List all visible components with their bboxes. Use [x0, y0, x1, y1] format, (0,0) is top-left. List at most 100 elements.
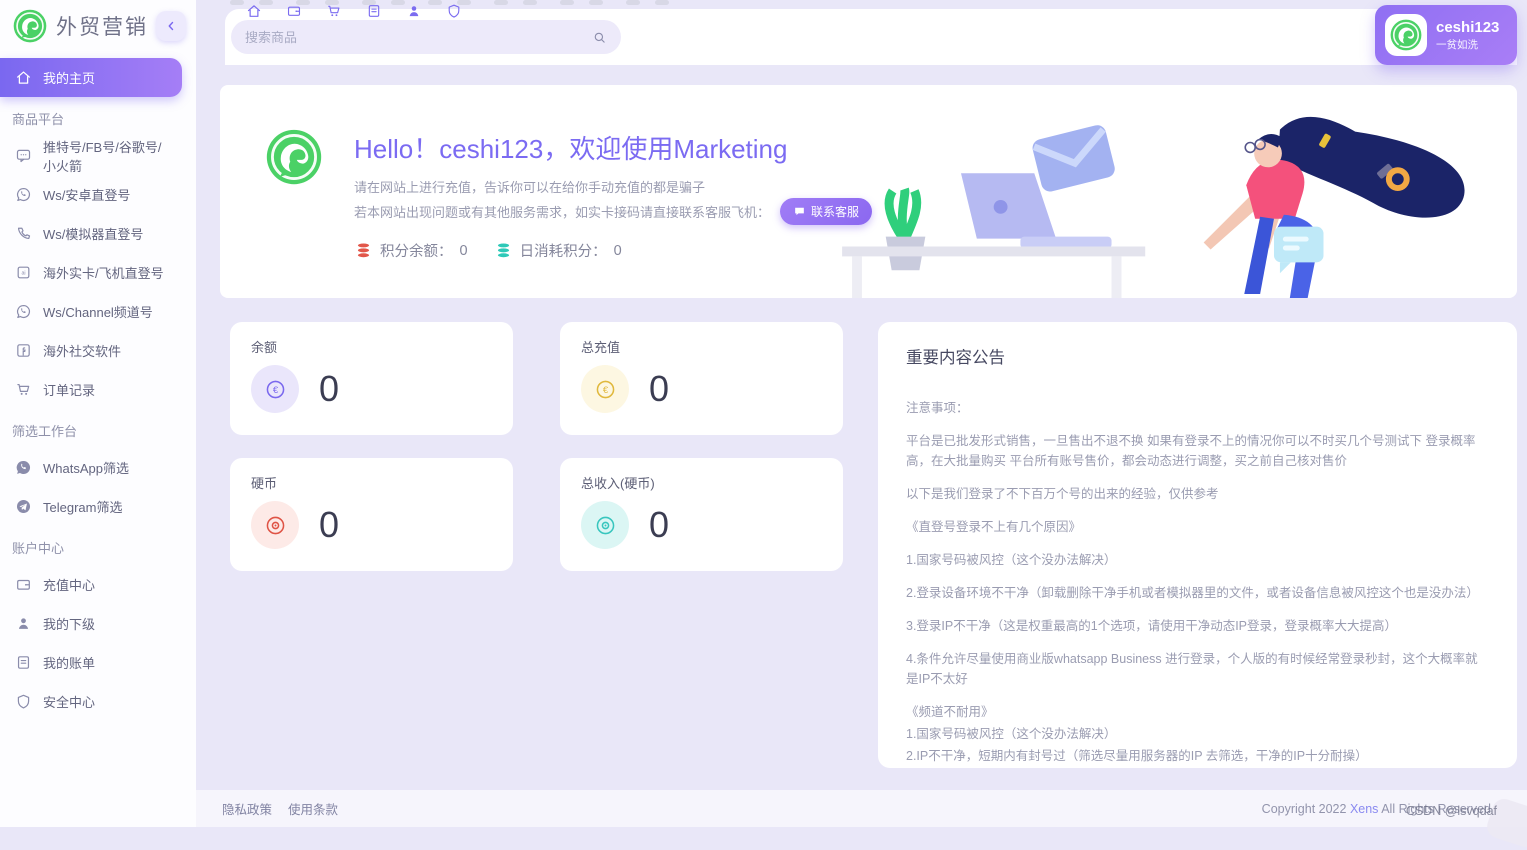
announcement-line: 以下是我们登录了不下百万个号的出来的经验，仅供参考 — [906, 484, 1489, 504]
wallet-shortcut-icon[interactable] — [286, 3, 302, 19]
app-logo-icon — [12, 8, 48, 44]
sidebar-item-label: 充值中心 — [43, 575, 95, 594]
euro-coin-icon — [581, 365, 629, 413]
whatsapp-icon — [15, 303, 32, 320]
sidebar-section-label: 筛选工作台 — [12, 421, 77, 440]
announcement-line: 2.登录设备环境不干净（卸载删除干净手机或者模拟器里的文件，或者设备信息被风控这… — [906, 583, 1489, 603]
daily-consumed-points-value: 0 — [614, 243, 622, 259]
announcement-line: 《直登号登录不上有几个原因》 — [906, 517, 1489, 537]
announcement-line: 1.国家号码被风控（这个没办法解决） — [906, 550, 1489, 570]
sidebar-section-filter-workbench: 筛选工作台 — [0, 409, 196, 448]
hero-stats: 积分余额： 0 日消耗积分： 0 — [354, 240, 622, 261]
points-balance-stat: 积分余额： 0 — [354, 240, 468, 261]
search-bar — [231, 20, 621, 54]
welcome-banner: Hello！ceshi123，欢迎使用Marketing 请在网站上进行充值，告… — [220, 85, 1517, 298]
sidebar-item-label: Telegram筛选 — [43, 497, 122, 516]
sidebar-item-label: Ws/模拟器直登号 — [43, 224, 143, 243]
person-icon — [15, 615, 32, 632]
announcement-line: 3.登录IP不干净（这是权重最高的1个选项，请使用干净动态IP登录，登录概率大大… — [906, 616, 1489, 636]
sidebar-collapse-button[interactable] — [156, 11, 186, 41]
sidebar-item-label: 我的账单 — [43, 653, 95, 672]
watermark-text: CSDN @lsvqdaf — [1406, 804, 1497, 818]
avatar — [1385, 14, 1427, 56]
points-balance-value: 0 — [460, 243, 468, 259]
chevron-left-icon — [164, 19, 178, 33]
sidebar-section-account-center: 账户中心 — [0, 526, 196, 565]
total-recharge-value: 0 — [649, 368, 669, 410]
points-balance-label: 积分余额： — [380, 240, 453, 261]
sidebar-item-home[interactable]: 我的主页 — [0, 58, 182, 97]
sim-card-icon — [15, 264, 32, 281]
sidebar-nav: 我的主页 商品平台 推特号/FB号/谷歌号/小火箭 Ws/安卓直登号 Ws/模拟… — [0, 58, 196, 721]
avatar-logo-icon — [1389, 18, 1423, 52]
telegram-icon — [15, 498, 32, 515]
user-name: ceshi123 — [1436, 19, 1499, 37]
daily-consumed-points-label: 日消耗积分： — [520, 240, 607, 261]
shield-shortcut-icon[interactable] — [446, 3, 462, 19]
sidebar-item-telegram-filter[interactable]: Telegram筛选 — [0, 487, 182, 526]
announcement-line: 2.IP不干净，短期内有封号过（筛选尽量用服务器的IP 去筛选，干净的IP十分耐… — [906, 746, 1489, 766]
sidebar-item-my-bills[interactable]: 我的账单 — [0, 643, 182, 682]
sidebar-item-label: 海外社交软件 — [43, 341, 121, 360]
announcement-line: 1.国家号码被风控（这个没办法解决） — [906, 724, 1489, 744]
cart-icon — [15, 381, 32, 398]
sidebar-item-security-center[interactable]: 安全中心 — [0, 682, 182, 721]
chat-icon — [15, 147, 32, 164]
sidebar-item-whatsapp-filter[interactable]: WhatsApp筛选 — [0, 448, 182, 487]
home-shortcut-icon[interactable] — [246, 3, 262, 19]
home-icon — [15, 69, 32, 86]
copyright-prefix: Copyright 2022 — [1262, 802, 1350, 816]
sidebar-item-orders[interactable]: 订单记录 — [0, 370, 182, 409]
person-shortcut-icon[interactable] — [406, 3, 422, 19]
announcement-title: 重要内容公告 — [906, 344, 1489, 368]
coin-ring-icon — [581, 501, 629, 549]
welcome-notice-line2: 若本网站出现问题或有其他服务需求，如实卡接码请直接联系客服飞机： — [354, 202, 770, 221]
sidebar-section-products: 商品平台 — [0, 97, 196, 136]
sidebar-item-ws-android[interactable]: Ws/安卓直登号 — [0, 175, 182, 214]
euro-coin-icon — [251, 365, 299, 413]
sidebar-item-twitter-fb-google[interactable]: 推特号/FB号/谷歌号/小火箭 — [0, 136, 182, 175]
user-profile-card[interactable]: ceshi123 一贫如洗 — [1375, 5, 1517, 65]
stat-cards: 余额 0 总充值 0 硬币 0 总收入(硬币) 0 — [230, 322, 843, 571]
balance-label: 余额 — [251, 337, 492, 356]
sidebar-item-ws-channel[interactable]: Ws/Channel频道号 — [0, 292, 182, 331]
total-recharge-card: 总充值 0 — [560, 322, 843, 435]
cart-shortcut-icon[interactable] — [326, 3, 342, 19]
sidebar-item-recharge-center[interactable]: 充值中心 — [0, 565, 182, 604]
sidebar-item-overseas-sim[interactable]: 海外实卡/飞机直登号 — [0, 253, 182, 292]
coin-ring-icon — [251, 501, 299, 549]
daily-consumed-points-stat: 日消耗积分： 0 — [494, 240, 622, 261]
bill-shortcut-icon[interactable] — [366, 3, 382, 19]
sidebar-item-label: 我的主页 — [43, 68, 95, 87]
sidebar-item-ws-emulator[interactable]: Ws/模拟器直登号 — [0, 214, 182, 253]
phone-icon — [15, 225, 32, 242]
announcement-line: 《频道不耐用》 — [906, 702, 1489, 722]
coins-icon — [354, 241, 373, 260]
coins-icon — [494, 241, 513, 260]
total-income-label: 总收入(硬币) — [581, 473, 822, 492]
announcement-line: 注意事项： — [906, 398, 1489, 418]
sidebar-item-label: Ws/Channel频道号 — [43, 302, 153, 321]
total-recharge-label: 总充值 — [581, 337, 822, 356]
total-income-card: 总收入(硬币) 0 — [560, 458, 843, 571]
coins-card: 硬币 0 — [230, 458, 513, 571]
sidebar-item-label: Ws/安卓直登号 — [43, 185, 130, 204]
sidebar-item-label: 海外实卡/飞机直登号 — [43, 263, 164, 282]
coins-label: 硬币 — [251, 473, 492, 492]
sidebar-item-label: 安全中心 — [43, 692, 95, 711]
shield-icon — [15, 693, 32, 710]
whatsapp-icon — [15, 186, 32, 203]
sidebar-item-overseas-social[interactable]: 海外社交软件 — [0, 331, 182, 370]
search-input[interactable] — [245, 30, 592, 45]
sidebar-item-my-subordinates[interactable]: 我的下级 — [0, 604, 182, 643]
bill-icon — [15, 654, 32, 671]
sidebar: 外贸营销 我的主页 商品平台 推特号/FB号/谷歌号/小火箭 Ws/安卓直登号 … — [0, 0, 196, 827]
privacy-policy-link[interactable]: 隐私政策 — [222, 799, 272, 818]
balance-value: 0 — [319, 368, 339, 410]
search-icon[interactable] — [592, 30, 607, 45]
coins-value: 0 — [319, 504, 339, 546]
sidebar-item-label: 推特号/FB号/谷歌号/小火箭 — [43, 137, 167, 175]
terms-of-use-link[interactable]: 使用条款 — [288, 799, 338, 818]
sidebar-section-label: 商品平台 — [12, 109, 64, 128]
footer: 隐私政策 使用条款 Copyright 2022 Xens All Rights… — [196, 790, 1527, 827]
